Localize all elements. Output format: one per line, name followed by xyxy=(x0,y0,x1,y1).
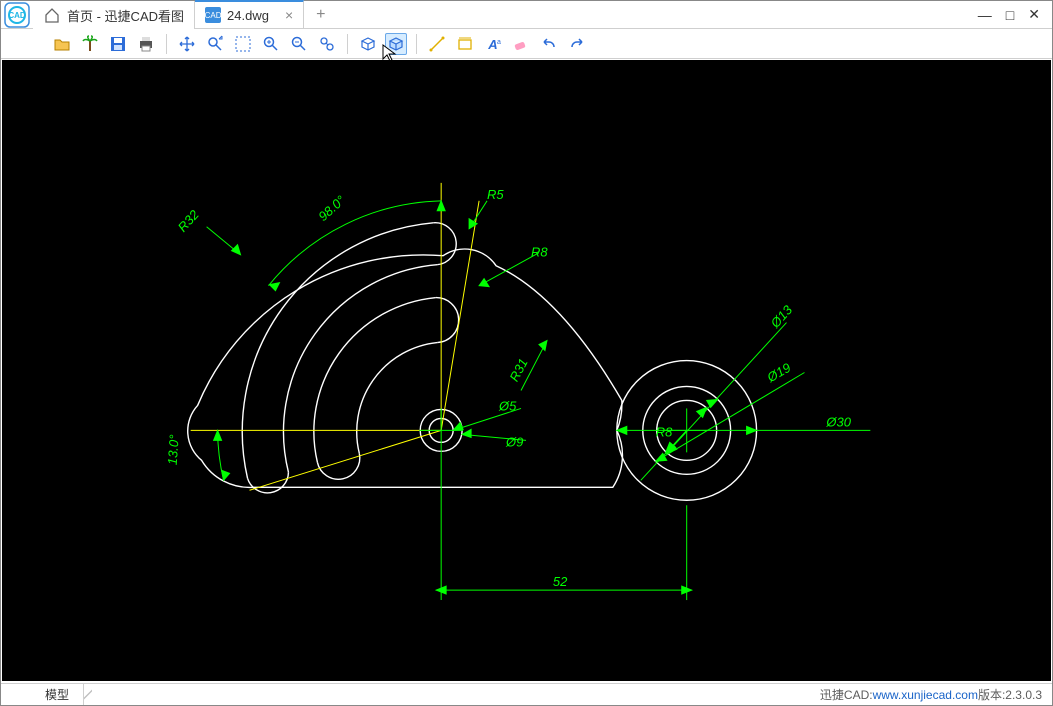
3d-orbit-button[interactable] xyxy=(385,33,407,55)
toolbar-separator xyxy=(416,34,417,54)
save-button[interactable] xyxy=(107,33,129,55)
drawing-canvas[interactable]: 98.0° 13.0° R32 R5 R8 R31 R8 Ø5 Ø9 Ø13 Ø… xyxy=(2,60,1051,681)
brand-link[interactable]: www.xunjiecad.com xyxy=(873,688,978,702)
zoom-region-button[interactable] xyxy=(232,33,254,55)
new-tab-button[interactable]: + xyxy=(304,1,337,29)
move-pan-button[interactable] xyxy=(176,33,198,55)
home-icon xyxy=(43,6,61,24)
tab-home-label: 首页 - 迅捷CAD看图 xyxy=(67,6,184,25)
plus-icon: + xyxy=(316,6,325,24)
dim-r8-right: R8 xyxy=(656,424,673,439)
zoom-window-button[interactable] xyxy=(204,33,226,55)
tab-close-button[interactable]: × xyxy=(285,7,293,23)
close-window-button[interactable]: ✕ xyxy=(1028,6,1040,23)
zoom-out-button[interactable] xyxy=(288,33,310,55)
maximize-button[interactable]: □ xyxy=(1006,7,1014,23)
3d-view-button[interactable] xyxy=(357,33,379,55)
tab-file[interactable]: CAD 24.dwg × xyxy=(195,0,304,28)
toolbar-separator xyxy=(347,34,348,54)
toolbar-separator xyxy=(166,34,167,54)
dim-len52: 52 xyxy=(553,574,568,589)
svg-text:CAD: CAD xyxy=(8,11,26,20)
zoom-extents-button[interactable] xyxy=(316,33,338,55)
open-folder-button[interactable] xyxy=(51,33,73,55)
dim-r32: R32 xyxy=(175,206,203,234)
dim-d9: Ø9 xyxy=(505,434,523,449)
brand-label: 迅捷CAD: xyxy=(820,686,873,703)
zoom-in-button[interactable] xyxy=(260,33,282,55)
dim-d30: Ø30 xyxy=(825,414,851,429)
dim-d13: Ø13 xyxy=(767,302,796,332)
tab-home[interactable]: 首页 - 迅捷CAD看图 xyxy=(33,1,195,29)
redo-button[interactable] xyxy=(566,33,588,55)
model-tab-label: 模型 xyxy=(45,686,69,703)
window-controls: — □ ✕ xyxy=(978,1,1052,28)
app-logo: CAD xyxy=(1,1,33,29)
model-space-tab[interactable]: 模型 xyxy=(31,684,84,705)
palm-tree-button[interactable] xyxy=(79,33,101,55)
dim-angle-13: 13.0° xyxy=(165,434,182,465)
dim-r8-top: R8 xyxy=(531,245,548,260)
dwg-file-icon: CAD xyxy=(205,7,221,23)
undo-button[interactable] xyxy=(538,33,560,55)
eraser-button[interactable] xyxy=(510,33,532,55)
print-button[interactable] xyxy=(135,33,157,55)
minimize-button[interactable]: — xyxy=(978,7,992,23)
tab-file-label: 24.dwg xyxy=(227,8,269,23)
svg-text:a: a xyxy=(497,39,501,46)
dim-angle-98: 98.0° xyxy=(315,192,348,224)
version-value: 2.3.0.3 xyxy=(1005,688,1042,702)
toolbar: Aa xyxy=(1,29,1052,59)
version-label: 版本: xyxy=(978,686,1005,703)
cad-drawing: 98.0° 13.0° R32 R5 R8 R31 R8 Ø5 Ø9 Ø13 Ø… xyxy=(2,60,1051,681)
layout-tabs-scroll[interactable] xyxy=(84,684,92,705)
status-text: 迅捷CAD: www.xunjiecad.com 版本: 2.3.0.3 xyxy=(820,684,1052,705)
title-bar: CAD 首页 - 迅捷CAD看图 CAD 24.dwg × + — □ ✕ xyxy=(1,1,1052,29)
measure-area-button[interactable] xyxy=(454,33,476,55)
text-annotation-button[interactable]: Aa xyxy=(482,33,504,55)
measure-distance-button[interactable] xyxy=(426,33,448,55)
status-bar: 模型 迅捷CAD: www.xunjiecad.com 版本: 2.3.0.3 xyxy=(1,683,1052,705)
dim-r5: R5 xyxy=(487,187,504,202)
dim-d5: Ø5 xyxy=(498,398,517,413)
